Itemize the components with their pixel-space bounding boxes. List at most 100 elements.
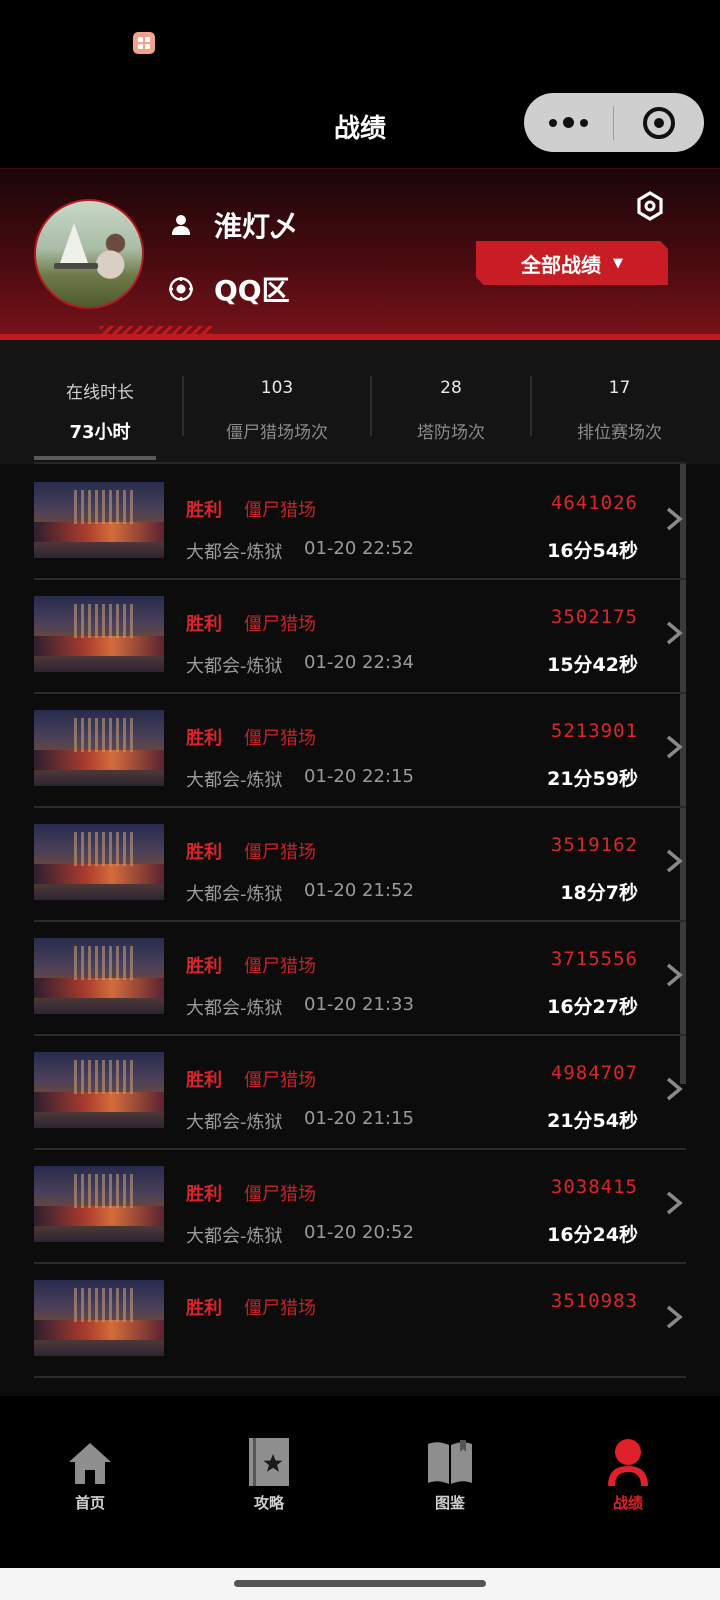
map-thumbnail <box>34 824 164 900</box>
map-thumbnail <box>34 482 164 558</box>
tab-label: 战绩 <box>612 1494 643 1512</box>
match-duration: 16分27秒 <box>547 996 638 1018</box>
chevron-right-icon <box>664 1304 684 1330</box>
record-row[interactable]: 胜利 僵尸猎场大都会-炼狱 01-20 21:52 3519162 18分7秒 <box>34 806 686 922</box>
match-time: 01-20 21:33 <box>304 994 414 1015</box>
record-row[interactable]: 胜利 僵尸猎场 大都会-炼狱 01-20 22:15 5213901 21分59秒 <box>34 692 686 808</box>
match-record-list[interactable]: 胜利 僵尸猎场 大都会-炼狱 01-20 22:52 4641026 16分54秒 胜利 僵尸… <box>0 464 720 1396</box>
close-mini-program-button[interactable] <box>614 106 704 139</box>
stat-value: 28 <box>440 378 462 398</box>
caret-down-icon: ▼ <box>613 255 623 271</box>
decorative-hatch <box>100 326 212 334</box>
system-navigation-bar <box>0 1568 720 1600</box>
game-mode: 僵尸猎场 <box>244 500 316 521</box>
map-name: 大都会-炼狱 <box>186 770 283 791</box>
map-thumbnail <box>34 1052 164 1128</box>
map-thumbnail <box>34 1166 164 1242</box>
map-thumbnail <box>34 710 164 786</box>
chevron-right-icon <box>664 506 684 532</box>
avatar <box>34 199 144 309</box>
chevron-right-icon <box>664 1190 684 1216</box>
stat-online-time[interactable]: 在线时长 73小时 <box>34 340 166 464</box>
map-name: 大都会-炼狱 <box>186 1112 283 1133</box>
match-result: 胜利 <box>186 614 222 635</box>
match-result: 胜利 <box>186 1070 222 1091</box>
status-bar <box>0 0 720 88</box>
game-mode: 僵尸猎场 <box>244 614 316 635</box>
record-row[interactable]: 胜利 僵尸猎场 大都会-炼狱 01-20 22:34 3502175 15分42秒 <box>34 578 686 694</box>
record-row[interactable]: 胜利 僵尸猎场 3510983 <box>34 1262 686 1378</box>
map-name: 大都会-炼狱 <box>186 1226 283 1247</box>
stat-value: 103 <box>260 378 294 398</box>
map-name: 大都会-炼狱 <box>186 656 283 677</box>
match-duration: 18分7秒 <box>560 882 638 904</box>
stat-label: 排位赛场次 <box>577 423 662 443</box>
match-score: 3715556 <box>550 948 638 970</box>
match-time: 01-20 22:52 <box>304 538 414 559</box>
record-row[interactable]: 胜利 僵尸猎场 大都会-炼狱 01-20 21:33 3715556 16分27秒 <box>34 920 686 1036</box>
server-zone: QQ区 <box>214 274 290 307</box>
navigation-bar: 战绩 <box>0 88 720 168</box>
home-indicator[interactable] <box>234 1580 486 1587</box>
match-score: 4984707 <box>550 1062 638 1084</box>
stat-tower-defense-count[interactable]: 28 塔防场次 <box>372 340 530 464</box>
stat-label: 塔防场次 <box>417 423 485 443</box>
map-thumbnail <box>34 596 164 672</box>
mini-program-capsule <box>524 93 704 152</box>
tab-encyclopedia[interactable]: 图鉴 <box>400 1434 500 1513</box>
game-mode: 僵尸猎场 <box>244 1184 316 1205</box>
active-stat-indicator <box>34 456 156 460</box>
match-result: 胜利 <box>186 842 222 863</box>
chevron-right-icon <box>664 734 684 760</box>
home-icon <box>40 1434 140 1486</box>
tab-home[interactable]: 首页 <box>40 1434 140 1513</box>
player-name: 淮灯乄 <box>214 210 299 243</box>
match-time: 01-20 21:52 <box>304 880 414 901</box>
chevron-right-icon <box>664 620 684 646</box>
bottom-tab-bar: 首页 攻略 图鉴 战绩 <box>0 1396 720 1568</box>
chevron-right-icon <box>664 848 684 874</box>
guide-book-icon <box>219 1434 319 1486</box>
chevron-right-icon <box>664 1076 684 1102</box>
match-time: 01-20 22:15 <box>304 766 414 787</box>
more-options-button[interactable] <box>524 93 613 152</box>
record-filter-label: 全部战绩 <box>521 252 601 277</box>
stat-label: 僵尸猎场场次 <box>226 423 328 443</box>
person-icon <box>168 212 194 238</box>
stat-zombie-hunt-count[interactable]: 103 僵尸猎场场次 <box>184 340 370 464</box>
match-time: 01-20 21:15 <box>304 1108 414 1129</box>
game-mode: 僵尸猎场 <box>244 842 316 863</box>
map-thumbnail <box>34 1280 164 1356</box>
stat-label: 在线时长 <box>66 383 134 403</box>
tab-records[interactable]: 战绩 <box>578 1434 678 1513</box>
record-row[interactable]: 胜利 僵尸猎场 大都会-炼狱 01-20 21:15 4984707 21分54秒 <box>34 1034 686 1150</box>
tab-guide[interactable]: 攻略 <box>219 1434 319 1513</box>
match-score: 3519162 <box>550 834 638 856</box>
stat-ranked-count[interactable]: 17 排位赛场次 <box>532 340 707 464</box>
stats-summary: 在线时长 73小时 103 僵尸猎场场次 28 塔防场次 17 排位赛场次 <box>0 340 720 464</box>
match-result: 胜利 <box>186 1298 222 1319</box>
target-icon <box>168 276 194 302</box>
profile-header: 淮灯乄 QQ区 全部战绩 ▼ <box>0 168 720 340</box>
record-row[interactable]: 胜利 僵尸猎场 大都会-炼狱 01-20 22:52 4641026 16分54秒 <box>34 464 686 580</box>
match-result: 胜利 <box>186 500 222 521</box>
match-time: 01-20 20:52 <box>304 1222 414 1243</box>
match-duration: 16分24秒 <box>547 1224 638 1246</box>
game-mode: 僵尸猎场 <box>244 1070 316 1091</box>
hexagon-settings-icon[interactable] <box>635 191 665 221</box>
match-result: 胜利 <box>186 956 222 977</box>
game-mode: 僵尸猎场 <box>244 956 316 977</box>
stat-value: 17 <box>608 378 631 398</box>
record-row[interactable]: 胜利 僵尸猎场 大都会-炼狱 01-20 20:52 3038415 16分24秒 <box>34 1148 686 1264</box>
record-filter-button[interactable]: 全部战绩 ▼ <box>476 241 668 285</box>
match-score: 4641026 <box>550 492 638 514</box>
user-icon <box>578 1434 678 1486</box>
match-duration: 16分54秒 <box>547 540 638 562</box>
stat-value: 73小时 <box>69 422 131 443</box>
app-grid-icon <box>133 32 155 54</box>
chevron-right-icon <box>664 962 684 988</box>
map-name: 大都会-炼狱 <box>186 884 283 905</box>
player-name-row: 淮灯乄 <box>168 205 298 245</box>
match-duration: 21分59秒 <box>547 768 638 790</box>
match-score: 5213901 <box>550 720 638 742</box>
